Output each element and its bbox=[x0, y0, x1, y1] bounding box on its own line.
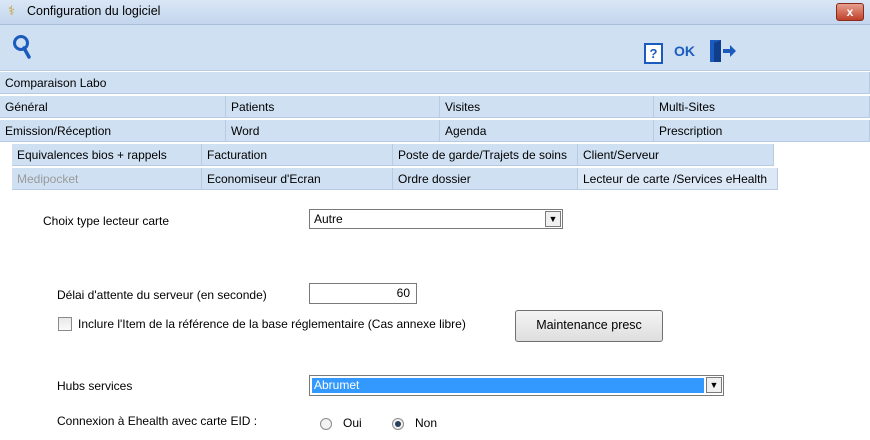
tab-prescription[interactable]: Prescription bbox=[654, 120, 870, 142]
hubs-services-value: Abrumet bbox=[314, 378, 360, 392]
hubs-services-select[interactable]: Abrumet ▼ bbox=[309, 375, 724, 396]
tab-facturation[interactable]: Facturation bbox=[202, 144, 393, 166]
tab-comparaison-labo[interactable]: Comparaison Labo bbox=[0, 72, 870, 94]
timeout-input[interactable]: 60 bbox=[309, 283, 417, 304]
eid-non-label: Non bbox=[415, 416, 438, 430]
settings-panel: Choix type lecteur carte Autre ▼ Délai d… bbox=[12, 196, 868, 440]
include-item-checkbox[interactable] bbox=[58, 317, 72, 331]
tab-visites[interactable]: Visites bbox=[440, 96, 654, 118]
tab-general[interactable]: Général bbox=[0, 96, 226, 118]
maintenance-presc-button[interactable]: Maintenance presc bbox=[515, 310, 663, 342]
chevron-down-icon[interactable]: ▼ bbox=[545, 211, 561, 227]
eid-non-radio[interactable] bbox=[392, 418, 404, 430]
tab-economiseur-ecran[interactable]: Economiseur d'Ecran bbox=[202, 168, 393, 190]
tab-lecteur-carte-ehealth[interactable]: Lecteur de carte /Services eHealth bbox=[578, 168, 778, 190]
tab-ordre-dossier[interactable]: Ordre dossier bbox=[393, 168, 578, 190]
title-bar: ⚕ Configuration du logiciel x bbox=[0, 0, 870, 25]
hubs-services-label: Hubs services bbox=[57, 379, 133, 393]
card-reader-value: Autre bbox=[314, 212, 343, 226]
card-reader-select[interactable]: Autre ▼ bbox=[309, 209, 563, 229]
selection-highlight bbox=[312, 378, 704, 393]
eid-oui-radio[interactable] bbox=[320, 418, 332, 430]
help-icon[interactable]: ? bbox=[644, 43, 663, 64]
tab-equivalences-bios[interactable]: Equivalences bios + rappels bbox=[12, 144, 202, 166]
window-title: Configuration du logiciel bbox=[27, 4, 161, 18]
tab-word[interactable]: Word bbox=[226, 120, 440, 142]
toolbar: ? OK bbox=[0, 25, 870, 71]
eid-connection-label: Connexion à Ehealth avec carte EID : bbox=[57, 414, 258, 428]
tab-patients[interactable]: Patients bbox=[226, 96, 440, 118]
tab-emission-reception[interactable]: Emission/Réception bbox=[0, 120, 226, 142]
tab-agenda[interactable]: Agenda bbox=[440, 120, 654, 142]
tab-multi-sites[interactable]: Multi-Sites bbox=[654, 96, 870, 118]
app-icon: ⚕ bbox=[8, 3, 16, 18]
search-icon[interactable] bbox=[11, 34, 33, 60]
card-reader-label: Choix type lecteur carte bbox=[43, 214, 170, 228]
tab-client-serveur[interactable]: Client/Serveur bbox=[578, 144, 774, 166]
eid-oui-label: Oui bbox=[343, 416, 362, 430]
close-button[interactable]: x bbox=[836, 3, 864, 21]
tab-medipocket: Medipocket bbox=[12, 168, 202, 190]
chevron-down-icon[interactable]: ▼ bbox=[706, 377, 722, 393]
exit-icon[interactable] bbox=[708, 39, 736, 63]
include-item-label: Inclure l'Item de la référence de la bas… bbox=[78, 317, 466, 331]
ok-button[interactable]: OK bbox=[674, 43, 695, 59]
tab-poste-de-garde[interactable]: Poste de garde/Trajets de soins bbox=[393, 144, 578, 166]
timeout-label: Délai d'attente du serveur (en seconde) bbox=[57, 288, 267, 302]
